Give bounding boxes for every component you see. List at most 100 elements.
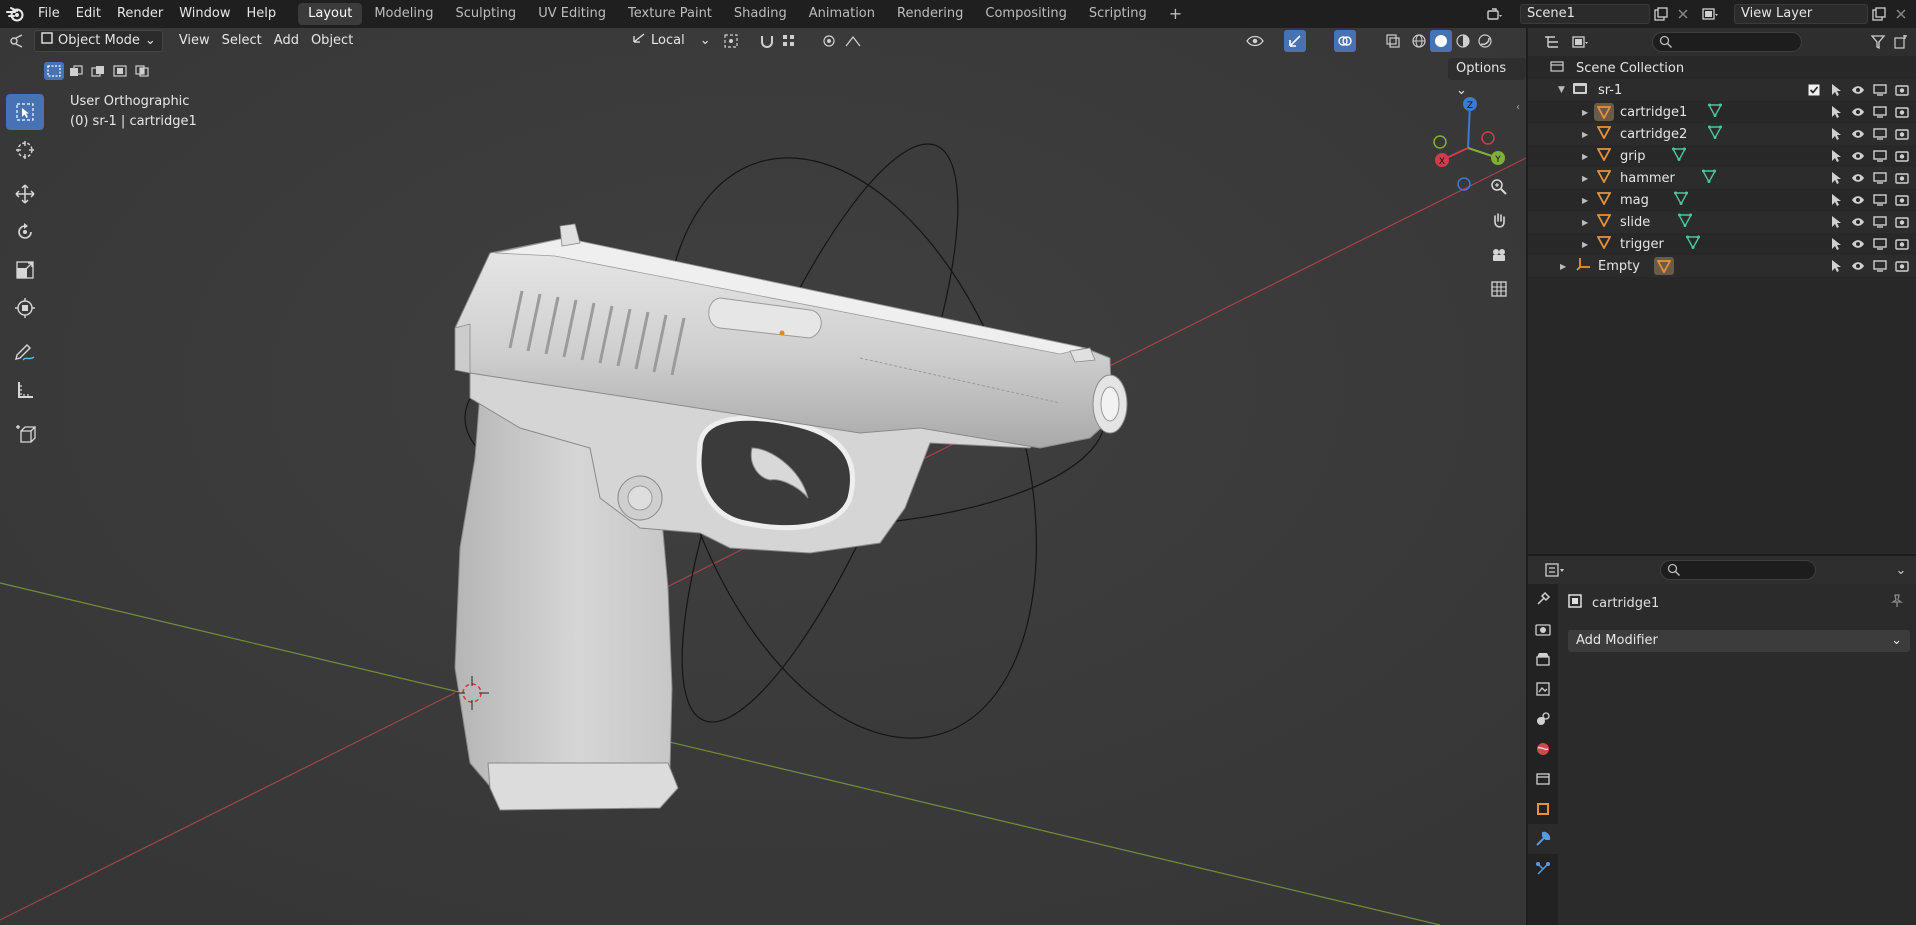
- filter-icon[interactable]: [1868, 31, 1890, 53]
- viewport-monitor-icon[interactable]: [1872, 148, 1888, 164]
- scale-icon[interactable]: [6, 252, 44, 288]
- pin-icon[interactable]: [1890, 594, 1904, 612]
- outliner-object-row[interactable]: ▶ trigger: [1528, 233, 1916, 255]
- zoom-icon[interactable]: [1486, 174, 1512, 200]
- expand-triangle-icon[interactable]: ▶: [1582, 108, 1588, 117]
- copy-scene-icon[interactable]: [1650, 4, 1672, 24]
- select-box-icon[interactable]: [6, 94, 44, 130]
- selectable-arrow-icon[interactable]: [1828, 214, 1844, 230]
- exclude-checkbox-icon[interactable]: [1806, 82, 1822, 98]
- render-camera-icon[interactable]: [1894, 214, 1910, 230]
- tab-compositing[interactable]: Compositing: [975, 3, 1077, 25]
- world-tab-icon[interactable]: [1528, 734, 1558, 764]
- display-mode-icon[interactable]: [1570, 31, 1592, 53]
- camera-view-icon[interactable]: [1486, 242, 1512, 268]
- tab-scripting[interactable]: Scripting: [1079, 3, 1157, 25]
- close-view-layer-icon[interactable]: [1890, 4, 1912, 24]
- visibility-eye-icon[interactable]: [1850, 170, 1866, 186]
- outliner-collection-sr-1[interactable]: ▼ sr-1: [1528, 79, 1916, 101]
- selectable-arrow-icon[interactable]: [1828, 236, 1844, 252]
- visibility-eye-icon[interactable]: [1850, 214, 1866, 230]
- material-shading-icon[interactable]: [1452, 30, 1474, 52]
- tab-sculpting[interactable]: Sculpting: [445, 3, 526, 25]
- viewport-monitor-icon[interactable]: [1872, 170, 1888, 186]
- visibility-eye-icon[interactable]: [1850, 236, 1866, 252]
- menu-select[interactable]: Select: [216, 30, 268, 52]
- expand-triangle-icon[interactable]: ▶: [1582, 152, 1588, 161]
- visibility-eye-icon[interactable]: [1850, 126, 1866, 142]
- render-camera-icon[interactable]: [1894, 126, 1910, 142]
- neg-y-handle[interactable]: [1433, 135, 1447, 149]
- solid-shading-icon[interactable]: [1430, 30, 1452, 52]
- add-cube-icon[interactable]: [6, 416, 44, 452]
- modifier-tab-icon[interactable]: [1528, 824, 1558, 854]
- move-icon[interactable]: [6, 176, 44, 212]
- menu-file[interactable]: File: [30, 0, 68, 28]
- expand-triangle-icon[interactable]: ▶: [1582, 240, 1588, 249]
- object-tab-icon[interactable]: [1528, 794, 1558, 824]
- render-camera-icon[interactable]: [1894, 148, 1910, 164]
- menu-object[interactable]: Object: [305, 30, 359, 52]
- snap-magnet-icon[interactable]: [756, 30, 778, 52]
- collapse-triangle-icon[interactable]: ▼: [1558, 85, 1565, 95]
- selectable-arrow-icon[interactable]: [1828, 126, 1844, 142]
- tab-rendering[interactable]: Rendering: [887, 3, 973, 25]
- selectable-arrow-icon[interactable]: [1828, 148, 1844, 164]
- tab-layout[interactable]: Layout: [298, 3, 363, 25]
- visibility-eye-icon[interactable]: [1850, 104, 1866, 120]
- cursor-icon[interactable]: [6, 132, 44, 168]
- menu-view[interactable]: View: [173, 30, 216, 52]
- outliner-object-row[interactable]: ▶ grip: [1528, 145, 1916, 167]
- rendered-shading-icon[interactable]: [1474, 30, 1496, 52]
- falloff-icon[interactable]: [842, 30, 864, 52]
- blender-logo-icon[interactable]: [0, 0, 30, 28]
- outliner-scene-collection[interactable]: Scene Collection: [1528, 57, 1916, 79]
- measure-icon[interactable]: [6, 372, 44, 408]
- render-camera-icon[interactable]: [1894, 82, 1910, 98]
- select-subtract-icon[interactable]: [88, 62, 108, 80]
- add-modifier-dropdown[interactable]: Add Modifier ⌄: [1568, 630, 1910, 652]
- view-layer-selector-icon[interactable]: [1700, 4, 1722, 24]
- tool-settings-tab-icon[interactable]: [1528, 584, 1558, 614]
- render-tab-icon[interactable]: [1528, 614, 1558, 644]
- pan-hand-icon[interactable]: [1486, 208, 1512, 234]
- view-layer-tab-icon[interactable]: [1528, 674, 1558, 704]
- close-scene-icon[interactable]: [1672, 4, 1694, 24]
- snap-grid-icon[interactable]: [778, 30, 800, 52]
- menu-add[interactable]: Add: [268, 30, 305, 52]
- annotate-icon[interactable]: [6, 334, 44, 370]
- render-camera-icon[interactable]: [1894, 236, 1910, 252]
- 3d-viewport[interactable]: Object Mode ⌄ View Select Add Object Loc…: [0, 28, 1526, 925]
- visibility-eye-icon[interactable]: [1850, 258, 1866, 274]
- outliner-object-row[interactable]: ▶ cartridge2: [1528, 123, 1916, 145]
- viewport-monitor-icon[interactable]: [1872, 258, 1888, 274]
- viewport-monitor-icon[interactable]: [1872, 192, 1888, 208]
- view-layer-field[interactable]: View Layer: [1734, 4, 1868, 24]
- transform-icon[interactable]: [6, 290, 44, 326]
- viewport-monitor-icon[interactable]: [1872, 104, 1888, 120]
- selectable-arrow-icon[interactable]: [1828, 82, 1844, 98]
- expand-triangle-icon[interactable]: ▶: [1582, 218, 1588, 227]
- outliner-editor-type-icon[interactable]: [1542, 31, 1564, 53]
- tab-animation[interactable]: Animation: [799, 3, 885, 25]
- new-collection-icon[interactable]: [1890, 31, 1912, 53]
- menu-help[interactable]: Help: [239, 0, 285, 28]
- output-tab-icon[interactable]: [1528, 644, 1558, 674]
- outliner-empty-row[interactable]: ▶ Empty: [1528, 255, 1916, 277]
- menu-edit[interactable]: Edit: [68, 0, 109, 28]
- outliner-search-input[interactable]: [1652, 32, 1802, 52]
- editor-type-icon[interactable]: [6, 30, 28, 52]
- expand-triangle-icon[interactable]: ▶: [1582, 130, 1588, 139]
- rotate-icon[interactable]: [6, 214, 44, 250]
- menu-render[interactable]: Render: [109, 0, 171, 28]
- xray-toggle-icon[interactable]: [1382, 30, 1404, 52]
- outliner-object-row[interactable]: ▶ hammer: [1528, 167, 1916, 189]
- visibility-eye-icon[interactable]: [1850, 148, 1866, 164]
- perspective-grid-icon[interactable]: [1486, 276, 1512, 302]
- scene-selector-icon[interactable]: [1484, 4, 1506, 24]
- visibility-eye-icon[interactable]: [1850, 82, 1866, 98]
- expand-triangle-icon[interactable]: ▶: [1582, 174, 1588, 183]
- render-camera-icon[interactable]: [1894, 192, 1910, 208]
- expand-triangle-icon[interactable]: ▶: [1560, 262, 1566, 271]
- tab-uv-editing[interactable]: UV Editing: [528, 3, 616, 25]
